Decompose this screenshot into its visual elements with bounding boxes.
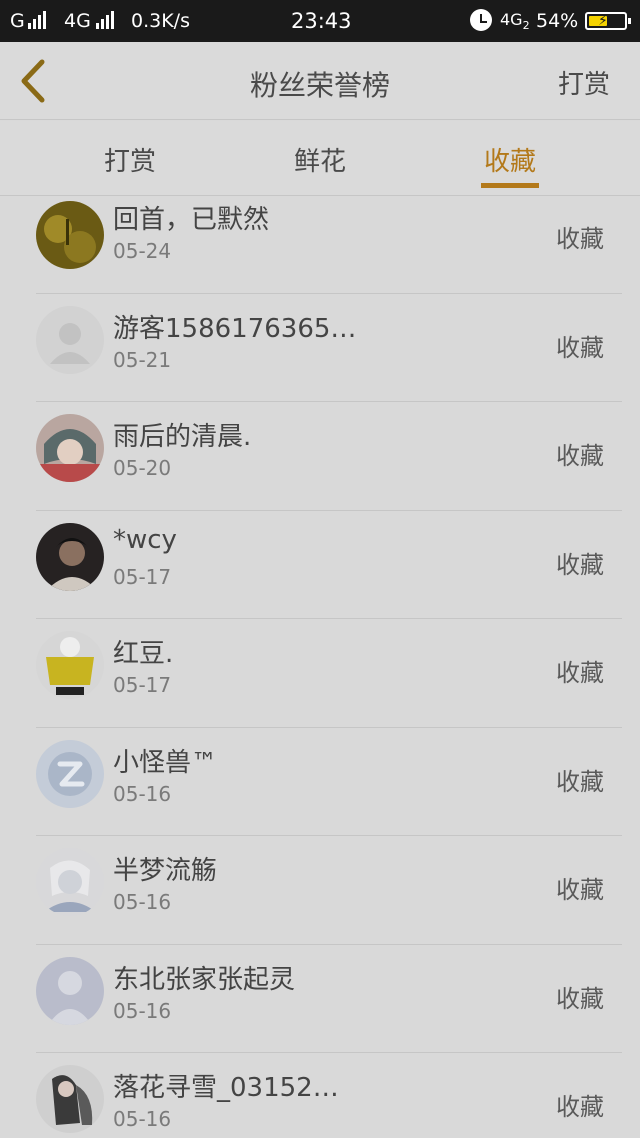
fan-list: 回首，已默然 05-24 收藏 游客1586176365… 05-21 收藏 雨… (0, 196, 640, 1138)
fan-date: 05-16 (113, 781, 172, 806)
fan-name: 小怪兽™ (113, 747, 218, 778)
list-item[interactable]: *wcy 05-17 收藏 (0, 511, 640, 619)
fan-date: 05-16 (113, 1107, 172, 1131)
collect-label: 收藏 (556, 767, 604, 796)
fan-name: *wcy (113, 524, 177, 555)
fan-date: 05-17 (113, 564, 172, 589)
avatar (36, 739, 104, 808)
avatar (36, 631, 104, 699)
list-item[interactable]: 游客1586176365… 05-21 收藏 (0, 294, 640, 402)
clock: 23:43 (291, 9, 352, 33)
fan-name: 落花寻雪_03152… (113, 1073, 339, 1103)
fan-date: 05-16 (113, 890, 172, 914)
list-item[interactable]: 雨后的清晨. 05-20 收藏 (0, 402, 640, 511)
alarm-icon (470, 9, 492, 31)
collect-label: 收藏 (556, 984, 604, 1013)
fan-name: 回首，已默然 (113, 205, 270, 235)
fan-date: 05-24 (113, 239, 172, 263)
page-title: 粉丝荣誉榜 (249, 69, 390, 102)
fan-name: 游客1586176365… (113, 313, 357, 344)
fan-date: 05-16 (113, 998, 172, 1023)
avatar (36, 1065, 104, 1133)
fan-date: 05-17 (113, 673, 172, 697)
avatar (36, 956, 104, 1025)
charging-icon: ⚡ (598, 13, 608, 29)
list-item[interactable]: 回首，已默然 05-24 收藏 (0, 196, 640, 294)
list-item[interactable]: 落花寻雪_03152… 05-16 收藏 (0, 1053, 640, 1138)
fan-name: 半梦流觞 (113, 856, 218, 886)
tab-reward[interactable]: 打赏 (90, 141, 170, 178)
collect-label: 收藏 (556, 442, 604, 470)
avatar (36, 414, 104, 482)
battery-percent: 54% (536, 10, 579, 32)
navigation-bar: 粉丝荣誉榜 打赏 (0, 42, 640, 120)
signal-icon-2 (96, 11, 116, 35)
avatar (36, 522, 104, 591)
list-item[interactable]: 半梦流觞 05-16 收藏 (0, 836, 640, 945)
collect-label: 收藏 (556, 225, 604, 253)
status-bar: G 4G 0.3K/s 23:43 4G2 54% ⚡ (0, 0, 640, 42)
network-label: 4G (64, 10, 91, 32)
carrier-label: G (10, 10, 25, 32)
fan-name: 雨后的清晨. (113, 422, 252, 452)
collect-label: 收藏 (556, 659, 604, 687)
battery-icon: ⚡ (585, 12, 631, 30)
fan-name: 东北张家张起灵 (113, 964, 296, 995)
avatar (36, 201, 104, 269)
collect-label: 收藏 (556, 1093, 604, 1121)
list-item[interactable]: 小怪兽™ 05-16 收藏 (0, 728, 640, 836)
fan-name: 红豆. (113, 639, 174, 669)
active-tab-indicator (481, 183, 539, 188)
collect-label: 收藏 (556, 876, 604, 904)
fan-date: 05-20 (113, 456, 172, 480)
reward-button[interactable]: 打赏 (558, 64, 610, 101)
signal-icon (28, 11, 48, 35)
tab-flowers[interactable]: 鲜花 (280, 141, 360, 178)
collect-label: 收藏 (556, 333, 604, 362)
network-label-2: 4G2 (500, 10, 530, 33)
avatar (36, 305, 104, 374)
tab-collect[interactable]: 收藏 (470, 141, 550, 178)
list-item[interactable]: 东北张家张起灵 05-16 收藏 (0, 945, 640, 1053)
collect-label: 收藏 (556, 550, 604, 579)
network-speed: 0.3K/s (131, 10, 190, 32)
list-item[interactable]: 红豆. 05-17 收藏 (0, 619, 640, 728)
tab-bar: 打赏 鲜花 收藏 (0, 121, 640, 196)
avatar (36, 848, 104, 916)
fan-date: 05-21 (113, 347, 172, 372)
